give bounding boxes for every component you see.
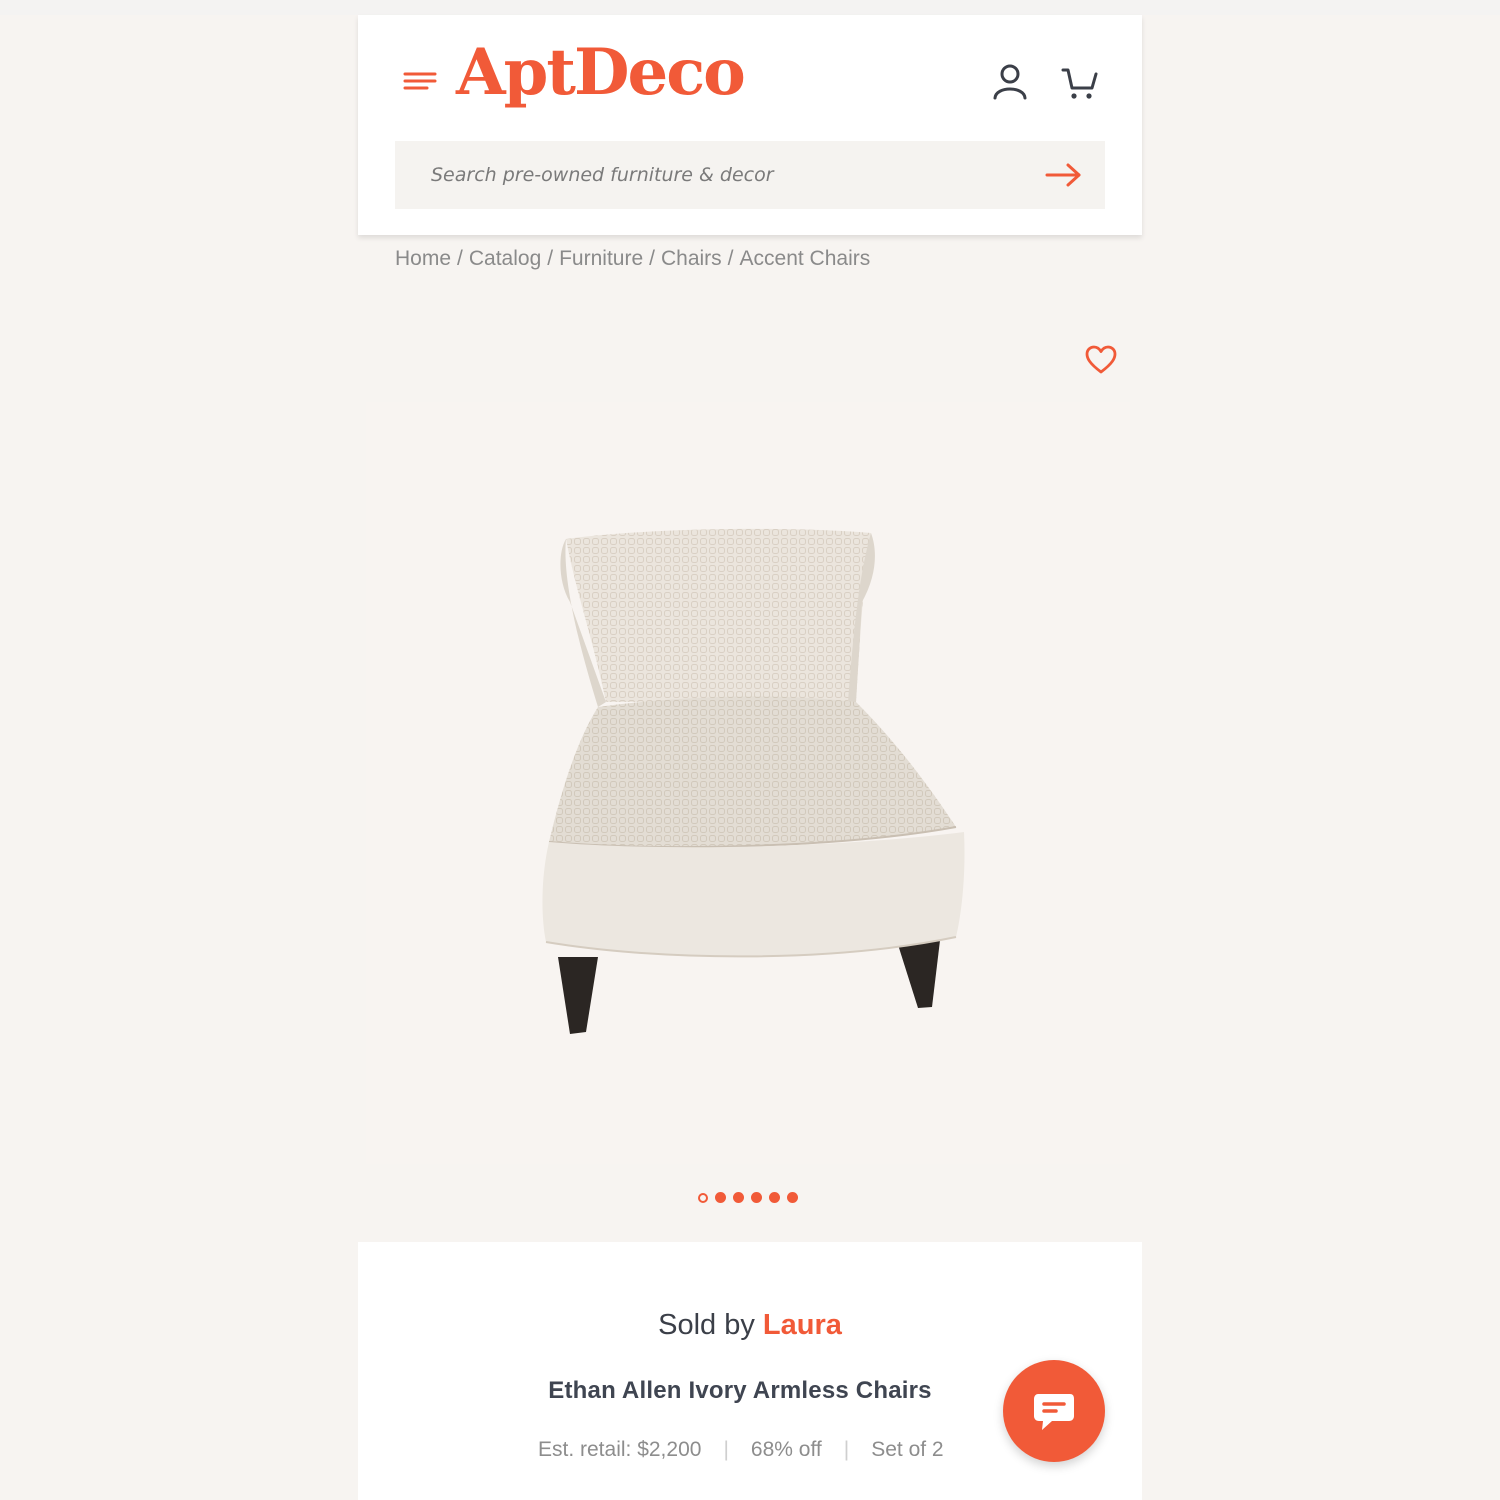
search-input[interactable] (395, 141, 1035, 209)
carousel-dot[interactable] (751, 1192, 762, 1203)
product-image[interactable] (366, 402, 1130, 1164)
carousel-dot[interactable] (733, 1192, 744, 1203)
hamburger-menu-icon[interactable] (403, 67, 437, 95)
arrow-right-icon[interactable] (1045, 161, 1083, 189)
carousel-dot[interactable] (769, 1192, 780, 1203)
breadcrumb-accent-chairs[interactable]: Accent Chairs (740, 247, 871, 270)
seller-name-link[interactable]: Laura (763, 1309, 842, 1341)
sold-by-label: Sold by (658, 1309, 755, 1341)
est-retail-price: Est. retail: $2,200 (538, 1438, 702, 1461)
shopping-cart-icon[interactable] (1060, 64, 1100, 102)
breadcrumb-separator: / (727, 247, 734, 270)
meta-divider: | (843, 1438, 850, 1461)
breadcrumb-furniture[interactable]: Furniture (559, 247, 643, 270)
carousel-dot[interactable] (715, 1192, 726, 1203)
carousel-dot[interactable] (787, 1192, 798, 1203)
sold-by-line: Sold by Laura (358, 1309, 1142, 1342)
chat-bubble-icon[interactable] (1003, 1360, 1105, 1462)
breadcrumb-separator: / (547, 247, 554, 270)
breadcrumb-chairs[interactable]: Chairs (661, 247, 722, 270)
user-account-icon[interactable] (990, 62, 1030, 102)
top-strip (0, 0, 1500, 15)
discount-percent: 68% off (750, 1438, 822, 1461)
brand-logo[interactable]: AptDeco (456, 41, 746, 105)
page: AptDeco Home/Catalog/Fu (358, 15, 1142, 1500)
breadcrumb-separator: / (457, 247, 463, 270)
breadcrumb-catalog[interactable]: Catalog (469, 247, 541, 270)
product-meta: Est. retail: $2,200 | 68% off | Set of 2 (538, 1438, 944, 1466)
breadcrumb-separator: / (649, 247, 655, 270)
search-bar (395, 141, 1105, 209)
carousel-dot[interactable] (698, 1192, 708, 1203)
set-quantity: Set of 2 (871, 1438, 944, 1461)
breadcrumb: Home / Catalog / Furniture / Chairs / Accent Cha… (395, 247, 870, 277)
heart-outline-icon[interactable] (1085, 345, 1117, 375)
breadcrumb-home[interactable]: Home (395, 247, 451, 270)
meta-divider: | (723, 1438, 729, 1461)
site-header: AptDeco (358, 15, 1142, 235)
image-carousel-dots (698, 1192, 798, 1206)
